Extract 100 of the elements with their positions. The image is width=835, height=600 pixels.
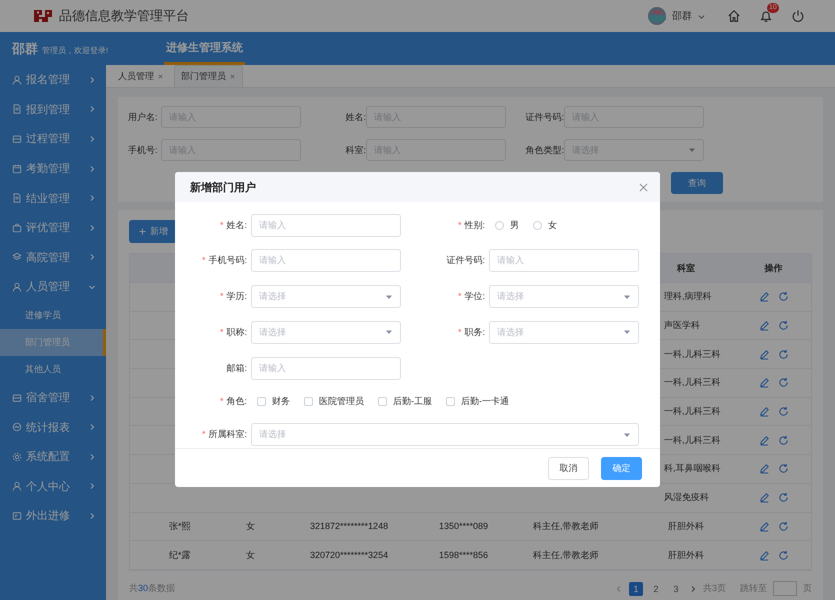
sidebar-item[interactable]: 统计报表 — [0, 412, 106, 442]
refresh-icon[interactable] — [778, 406, 788, 418]
close-icon[interactable] — [229, 73, 236, 80]
chevron-icon — [88, 194, 96, 202]
dropdown-icon — [688, 146, 696, 154]
close-icon[interactable] — [157, 73, 164, 80]
sidebar-subitem[interactable]: 进修学员 — [0, 302, 106, 329]
refresh-icon[interactable] — [778, 550, 788, 561]
option-label: 女 — [548, 218, 557, 232]
jump-label: 跳转至 — [740, 582, 767, 596]
input-field[interactable]: 请输入 — [251, 356, 401, 380]
edit-icon[interactable] — [758, 492, 770, 504]
add-button[interactable]: 新增 — [129, 220, 178, 243]
sidebar-item[interactable]: 结业管理 — [0, 183, 106, 213]
next-page-icon[interactable] — [688, 584, 697, 593]
select-field[interactable]: 请选择 — [489, 320, 639, 344]
refresh-icon[interactable] — [778, 348, 788, 360]
select-field[interactable]: 请选择 — [251, 320, 401, 344]
refresh-icon[interactable] — [778, 492, 788, 504]
sidebar-item[interactable]: 报到管理 — [0, 94, 106, 124]
page-jump-field[interactable] — [773, 581, 797, 596]
table-cell-text: 321872********1248 — [310, 521, 390, 532]
table-cell-text: 1598****856 — [439, 550, 490, 560]
edit-icon[interactable] — [758, 434, 770, 446]
person-icon — [12, 74, 22, 85]
option-label: 后勤-工服 — [393, 395, 432, 408]
edit-icon[interactable] — [758, 550, 770, 561]
menu-label: 外出进修 — [26, 509, 71, 524]
sidebar-item[interactable]: 人员管理 — [0, 272, 106, 302]
chevron-icon — [88, 134, 96, 143]
edit-icon[interactable] — [758, 291, 770, 302]
sidebar-subitem[interactable]: 部门管理员 — [0, 328, 106, 356]
form-label: * 职称: — [218, 326, 248, 339]
checkbox[interactable] — [257, 397, 266, 406]
form-label: * 手机号码: — [200, 254, 248, 268]
search-button[interactable]: 查询 — [671, 172, 723, 194]
refresh-icon[interactable] — [778, 434, 788, 446]
input-field[interactable]: 请输入 — [251, 214, 401, 237]
close-icon[interactable] — [639, 182, 648, 192]
menu-label: 考勤管理 — [26, 162, 71, 176]
table-cell-text: 320720********3254 — [310, 550, 390, 560]
sidebar-item[interactable]: 考勤管理 — [0, 154, 106, 184]
page-count-text: 共3页 — [702, 582, 726, 596]
sidebar-item[interactable]: 系统配置 — [0, 442, 106, 472]
edit-icon[interactable] — [758, 406, 770, 418]
chart-icon — [12, 422, 22, 432]
bell-icon[interactable] — [759, 9, 773, 23]
page-tab[interactable]: 人员管理 — [112, 66, 170, 87]
refresh-icon[interactable] — [778, 463, 788, 474]
select-field[interactable]: 请选择 — [489, 285, 639, 308]
previous-page-icon[interactable] — [614, 584, 623, 593]
form-label: * 角色: — [218, 395, 248, 408]
form-label: * 职务: — [456, 326, 486, 339]
checkbox[interactable] — [304, 397, 313, 406]
menu-label: 宿舍管理 — [26, 390, 71, 406]
filter-label: 证件号码: — [524, 110, 564, 124]
page-number[interactable]: 2 — [648, 582, 663, 596]
home-icon[interactable] — [727, 9, 741, 23]
filter-label: 手机号: — [128, 144, 159, 156]
option-label: 财务 — [272, 395, 290, 408]
confirm-button[interactable]: 确定 — [601, 456, 642, 480]
person-icon — [12, 282, 22, 292]
avatar-icon[interactable] — [648, 7, 666, 25]
select-field[interactable]: 请选择 — [251, 285, 401, 308]
menu-label: 个人中心 — [26, 480, 71, 494]
power-icon[interactable] — [791, 9, 805, 23]
refresh-icon[interactable] — [778, 377, 788, 388]
sidebar-item[interactable]: 外出进修 — [0, 501, 106, 531]
radio-button[interactable] — [495, 220, 504, 230]
sidebar-item[interactable]: 报名管理 — [0, 65, 106, 95]
edit-icon[interactable] — [758, 320, 770, 332]
checkbox[interactable] — [446, 397, 455, 406]
select-field[interactable]: 请选择 — [251, 423, 639, 446]
sidebar-item[interactable]: 个人中心 — [0, 472, 106, 502]
table-cell-text: 1350****089 — [439, 521, 490, 532]
page-number[interactable]: 3 — [668, 582, 683, 596]
checkbox[interactable] — [378, 397, 387, 406]
edit-icon[interactable] — [758, 463, 770, 474]
input-field[interactable]: 请输入 — [251, 249, 401, 272]
column-header: 科室 — [676, 262, 696, 274]
input-field[interactable]: 请输入 — [489, 249, 639, 272]
radio-button[interactable] — [533, 220, 542, 230]
page-tab[interactable]: 部门管理员 — [174, 65, 243, 87]
chevron-icon — [88, 482, 96, 490]
page-number[interactable]: 1 — [628, 582, 643, 596]
form-label: * 姓名: — [218, 218, 248, 232]
refresh-icon[interactable] — [778, 291, 788, 302]
sidebar-item[interactable]: 宿舍管理 — [0, 382, 106, 412]
user-menu[interactable]: 邵群 — [672, 9, 692, 23]
sidebar-item[interactable]: 过程管理 — [0, 124, 106, 154]
edit-icon[interactable] — [758, 348, 770, 360]
refresh-icon[interactable] — [778, 520, 788, 532]
sidebar-item[interactable]: 高院管理 — [0, 242, 106, 272]
refresh-icon[interactable] — [778, 320, 788, 332]
edit-icon[interactable] — [758, 377, 770, 388]
cancel-button[interactable]: 取消 — [548, 456, 589, 480]
edit-icon[interactable] — [758, 520, 770, 532]
dropdown-icon — [623, 430, 631, 439]
menu-label: 报名管理 — [26, 73, 71, 88]
sidebar-item[interactable]: 评优管理 — [0, 212, 106, 243]
